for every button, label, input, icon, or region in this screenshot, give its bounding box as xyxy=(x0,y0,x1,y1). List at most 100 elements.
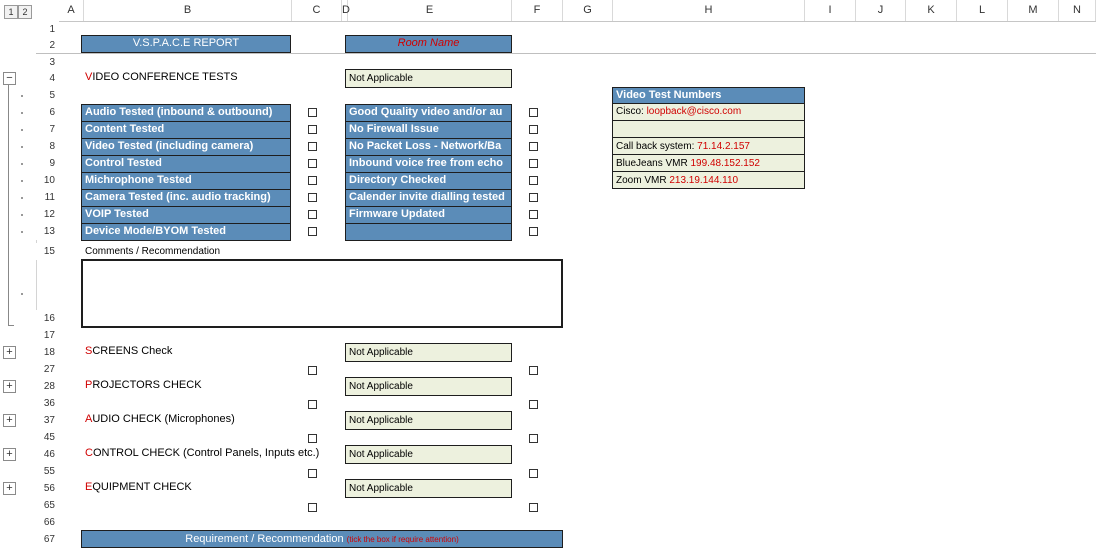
vc-test-item[interactable]: VOIP Tested xyxy=(81,206,291,224)
row-header[interactable]: 27 xyxy=(36,361,59,378)
column-header-a[interactable]: A xyxy=(59,0,84,21)
test-checkbox[interactable] xyxy=(529,108,538,117)
row-header[interactable]: 12 xyxy=(36,206,59,223)
expand-group-button[interactable]: + xyxy=(3,414,16,427)
test-checkbox[interactable] xyxy=(308,210,317,219)
room-name-field[interactable]: Room Name xyxy=(345,35,512,53)
outline-level-2-button[interactable]: 2 xyxy=(18,5,32,19)
video-test-row[interactable]: BlueJeans VMR 199.48.152.152 xyxy=(612,155,805,172)
video-test-row[interactable]: Zoom VMR 213.19.144.110 xyxy=(612,172,805,189)
video-test-row[interactable]: Cisco: loopback@cisco.com xyxy=(612,104,805,121)
vc-test-item[interactable]: Inbound voice free from echo xyxy=(345,155,512,173)
column-header-c[interactable]: C xyxy=(292,0,342,21)
test-checkbox[interactable] xyxy=(529,227,538,236)
video-conference-status[interactable]: Not Applicable xyxy=(345,69,512,88)
row-header[interactable]: 15 xyxy=(36,243,59,260)
row-header[interactable]: 66 xyxy=(36,514,59,531)
vc-test-item[interactable]: Control Tested xyxy=(81,155,291,173)
section-checkbox[interactable] xyxy=(529,503,538,512)
vc-test-item[interactable]: No Firewall Issue xyxy=(345,121,512,139)
vc-test-item[interactable]: Directory Checked xyxy=(345,172,512,190)
section-checkbox[interactable] xyxy=(308,366,317,375)
audio-check-status[interactable]: Not Applicable xyxy=(345,411,512,430)
projectors-check-status[interactable]: Not Applicable xyxy=(345,377,512,396)
screens-check-status[interactable]: Not Applicable xyxy=(345,343,512,362)
test-checkbox[interactable] xyxy=(529,193,538,202)
row-header[interactable]: 7 xyxy=(36,121,59,138)
section-checkbox[interactable] xyxy=(308,469,317,478)
section-checkbox[interactable] xyxy=(308,503,317,512)
row-header[interactable]: 18 xyxy=(36,344,59,361)
row-header[interactable]: 9 xyxy=(36,155,59,172)
row-header[interactable]: 56 xyxy=(36,480,59,497)
test-checkbox[interactable] xyxy=(529,125,538,134)
column-header-g[interactable]: G xyxy=(563,0,613,21)
test-checkbox[interactable] xyxy=(308,142,317,151)
row-header[interactable]: 4 xyxy=(36,70,59,87)
row-header[interactable]: 13 xyxy=(36,223,59,240)
test-checkbox[interactable] xyxy=(308,108,317,117)
row-header[interactable]: 45 xyxy=(36,429,59,446)
expand-group-button[interactable]: + xyxy=(3,346,16,359)
row-header[interactable]: 28 xyxy=(36,378,59,395)
row-header[interactable]: 1 xyxy=(36,21,59,38)
test-checkbox[interactable] xyxy=(308,176,317,185)
section-checkbox[interactable] xyxy=(529,366,538,375)
video-test-row[interactable]: Call back system: 71.14.2.157 xyxy=(612,138,805,155)
test-checkbox[interactable] xyxy=(308,125,317,134)
column-header-i[interactable]: I xyxy=(805,0,856,21)
column-header-m[interactable]: M xyxy=(1008,0,1059,21)
row-header[interactable]: 2 xyxy=(36,37,59,54)
control-check-status[interactable]: Not Applicable xyxy=(345,445,512,464)
report-title[interactable]: V.S.P.A.C.E REPORT xyxy=(81,35,291,53)
vc-test-item[interactable]: Audio Tested (inbound & outbound) xyxy=(81,104,291,122)
test-checkbox[interactable] xyxy=(529,210,538,219)
row-header[interactable]: 17 xyxy=(36,327,59,344)
outline-level-1-button[interactable]: 1 xyxy=(4,5,18,19)
vc-test-item[interactable]: Video Tested (including camera) xyxy=(81,138,291,156)
vc-test-item[interactable]: Good Quality video and/or au xyxy=(345,104,512,122)
row-header[interactable]: 6 xyxy=(36,104,59,121)
vc-test-item[interactable]: Michrophone Tested xyxy=(81,172,291,190)
row-header[interactable]: 16 xyxy=(36,310,59,327)
test-checkbox[interactable] xyxy=(308,227,317,236)
row-header[interactable]: 3 xyxy=(36,54,59,71)
row-header[interactable]: 55 xyxy=(36,463,59,480)
vc-test-item[interactable]: Camera Tested (inc. audio tracking) xyxy=(81,189,291,207)
test-checkbox[interactable] xyxy=(308,193,317,202)
expand-group-button[interactable]: + xyxy=(3,380,16,393)
row-header[interactable]: 10 xyxy=(36,172,59,189)
row-header[interactable]: 46 xyxy=(36,446,59,463)
row-header[interactable]: 8 xyxy=(36,138,59,155)
vc-test-item[interactable] xyxy=(345,223,512,241)
column-header-j[interactable]: J xyxy=(856,0,906,21)
column-header-n[interactable]: N xyxy=(1059,0,1096,21)
section-checkbox[interactable] xyxy=(529,400,538,409)
row-header[interactable]: 67 xyxy=(36,531,59,548)
vc-test-item[interactable]: Device Mode/BYOM Tested xyxy=(81,223,291,241)
requirement-footer[interactable]: Requirement / Recommendation (tick the b… xyxy=(81,530,563,548)
test-checkbox[interactable] xyxy=(308,159,317,168)
column-header-f[interactable]: F xyxy=(512,0,563,21)
row-header[interactable]: 65 xyxy=(36,497,59,514)
expand-group-button[interactable]: + xyxy=(3,448,16,461)
equipment-check-status[interactable]: Not Applicable xyxy=(345,479,512,498)
column-header-k[interactable]: K xyxy=(906,0,957,21)
column-header-h[interactable]: H xyxy=(613,0,805,21)
collapse-group-button[interactable]: − xyxy=(3,72,16,85)
vc-test-item[interactable]: Firmware Updated xyxy=(345,206,512,224)
section-checkbox[interactable] xyxy=(308,400,317,409)
video-test-row[interactable] xyxy=(612,121,805,138)
test-checkbox[interactable] xyxy=(529,176,538,185)
column-header-l[interactable]: L xyxy=(957,0,1008,21)
comments-textarea[interactable] xyxy=(81,259,563,328)
vc-test-item[interactable]: No Packet Loss - Network/Ba xyxy=(345,138,512,156)
vc-test-item[interactable]: Calender invite dialling tested xyxy=(345,189,512,207)
row-header[interactable]: 36 xyxy=(36,395,59,412)
column-header-e[interactable]: E xyxy=(348,0,512,21)
column-header-b[interactable]: B xyxy=(84,0,292,21)
vc-test-item[interactable]: Content Tested xyxy=(81,121,291,139)
section-checkbox[interactable] xyxy=(529,469,538,478)
row-header[interactable]: 5 xyxy=(36,87,59,104)
row-header[interactable]: 37 xyxy=(36,412,59,429)
